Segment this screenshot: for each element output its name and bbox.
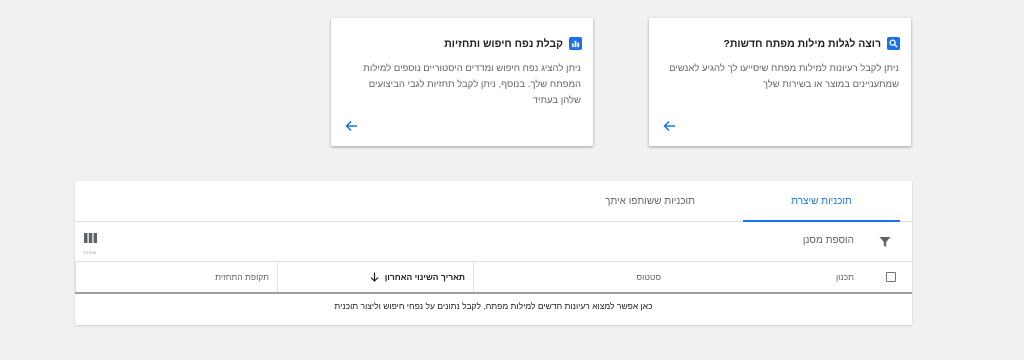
filter-bar: הוספת מסנן עמודות xyxy=(75,222,912,262)
select-all-checkbox[interactable] xyxy=(886,272,896,282)
tab-shared-plans[interactable]: תוכניות ששותפו איתך xyxy=(565,181,735,221)
columns-button[interactable]: עמודות xyxy=(81,230,99,255)
column-header-last-modified[interactable]: תאריך השינוי האחרון xyxy=(277,262,473,292)
card-header: רוצה לגלות מילות מפתח חדשות? xyxy=(661,37,900,50)
search-icon xyxy=(887,37,900,50)
plans-panel: תוכניות שיצרת תוכניות ששותפו איתך הוספת … xyxy=(75,181,912,325)
arrow-down-icon xyxy=(370,272,379,282)
column-header-label: תכנון xyxy=(835,272,854,282)
card-description: ניתן להציג נפח חיפוש ומדדים היסטוריים נו… xyxy=(363,63,581,106)
table-header-row: תכנון סטטוס תאריך השינוי האחרון תקופת הת… xyxy=(75,262,912,294)
tab-my-plans[interactable]: תוכניות שיצרת xyxy=(743,181,900,222)
column-header-label: תאריך השינוי האחרון xyxy=(384,272,465,282)
tab-bar: תוכניות שיצרת תוכניות ששותפו איתך xyxy=(75,181,912,222)
card-title: רוצה לגלות מילות מפתח חדשות? xyxy=(723,37,881,50)
columns-icon xyxy=(83,233,97,243)
arrow-left-icon[interactable] xyxy=(344,119,358,133)
column-header-forecast-period[interactable]: תקופת התחזית xyxy=(75,262,277,292)
arrow-left-icon[interactable] xyxy=(662,119,676,133)
card-title: קבלת נפח חיפוש ותחזיות xyxy=(444,37,563,50)
search-volume-forecast-card[interactable]: קבלת נפח חיפוש ותחזיות ניתן להציג נפח חי… xyxy=(331,18,593,146)
keyword-ideas-card[interactable]: רוצה לגלות מילות מפתח חדשות? ניתן לקבל ר… xyxy=(649,18,911,146)
filter-icon[interactable] xyxy=(879,236,891,248)
card-header: קבלת נפח חיפוש ותחזיות xyxy=(343,37,582,50)
bar-chart-icon xyxy=(569,37,582,50)
card-description: ניתן לקבל רעיונות למילות מפתח שיסייעו לך… xyxy=(669,63,899,90)
column-header-status[interactable]: סטטוס xyxy=(473,262,669,292)
columns-caption: עמודות xyxy=(83,250,97,255)
column-header-plan[interactable]: תכנון xyxy=(669,262,912,292)
add-filter-button[interactable]: הוספת מסנן xyxy=(803,235,854,246)
empty-state-message: כאן אפשר למצוא רעיונות חדשים למילות מפתח… xyxy=(334,301,653,311)
